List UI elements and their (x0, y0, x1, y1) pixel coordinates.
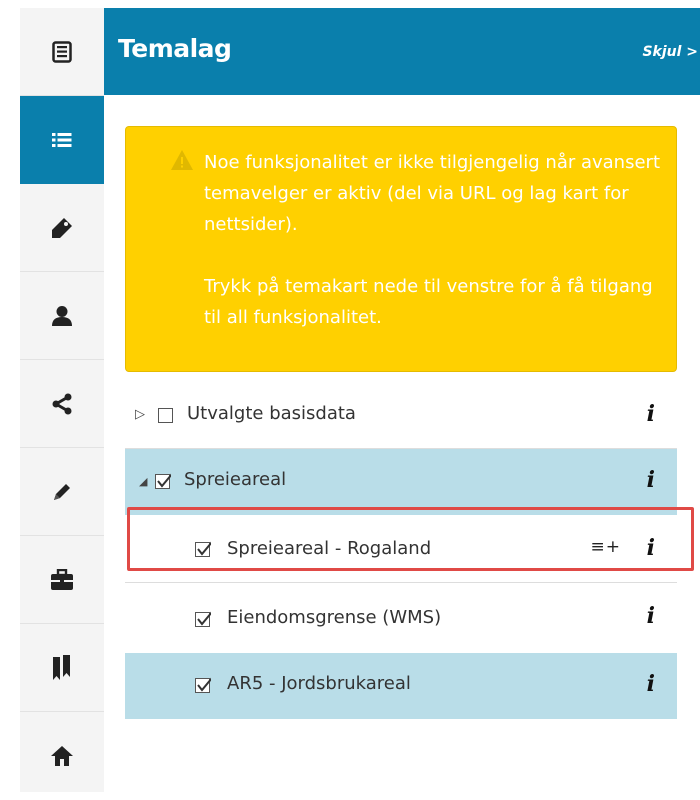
layer-checkbox[interactable] (195, 541, 211, 557)
share-icon (52, 393, 72, 414)
sidebar-item-edit[interactable] (20, 448, 104, 536)
info-icon[interactable]: i (647, 401, 655, 427)
layer-row-spreieareal[interactable]: ◢ Spreieareal i (125, 449, 677, 515)
warning-paragraph-2: Trykk på temakart nede til venstre for å… (204, 276, 653, 328)
layer-label: AR5 - Jordsbrukareal (227, 673, 411, 694)
layer-row-ar5-jordsbrukareal[interactable]: AR5 - Jordsbrukareal i (125, 653, 677, 719)
info-icon[interactable]: i (647, 535, 655, 561)
user-icon (52, 305, 72, 326)
layer-label: Utvalgte basisdata (187, 403, 356, 424)
sidebar-item-bookmarks[interactable] (20, 624, 104, 712)
layer-label: Spreieareal - Rogaland (227, 538, 432, 559)
info-icon[interactable]: i (647, 671, 655, 697)
info-icon[interactable]: i (647, 467, 655, 493)
layer-checkbox[interactable] (158, 408, 173, 423)
sidebar-item-user[interactable] (20, 272, 104, 360)
home-icon (51, 746, 73, 766)
layer-row-utvalgte-basisdata[interactable]: ▷ Utvalgte basisdata i (125, 383, 677, 449)
warning-box: Noe funksjonalitet er ikke tilgjengelig … (125, 126, 677, 372)
sidebar-item-document[interactable] (20, 8, 104, 96)
document-icon (52, 40, 72, 63)
layer-label: Eiendomsgrense (WMS) (227, 607, 442, 628)
briefcase-icon (51, 568, 73, 590)
sidebar-item-tag[interactable] (20, 184, 104, 272)
layer-checkbox[interactable] (155, 473, 171, 489)
expand-toggle[interactable]: ▷ (135, 407, 145, 422)
sidebar-item-layers[interactable] (20, 96, 104, 184)
warning-paragraph-1: Noe funksjonalitet er ikke tilgjengelig … (204, 152, 661, 235)
info-icon[interactable]: i (647, 603, 655, 629)
sidebar-item-tools[interactable] (20, 536, 104, 624)
layer-row-eiendomsgrense[interactable]: Eiendomsgrense (WMS) i (125, 583, 677, 653)
page-title: Temalag (118, 34, 232, 63)
panel-header: Temalag Skjul > (104, 8, 700, 95)
layer-row-spreieareal-rogaland[interactable]: Spreieareal - Rogaland ≡+ i (125, 515, 677, 583)
pencil-icon (54, 483, 70, 500)
hide-panel-link[interactable]: Skjul > (642, 44, 698, 60)
warning-text: Noe funksjonalitet er ikke tilgjengelig … (204, 147, 664, 333)
tag-icon (52, 217, 72, 238)
bookmark-icon (53, 654, 70, 680)
layer-checkbox[interactable] (195, 677, 211, 693)
list-icon (52, 132, 72, 147)
layer-label: Spreieareal (184, 469, 287, 490)
sidebar-item-home[interactable] (20, 712, 104, 800)
sidebar-item-share[interactable] (20, 360, 104, 448)
sidebar-rail (20, 8, 104, 792)
layer-checkbox[interactable] (195, 611, 211, 627)
collapse-toggle[interactable]: ◢ (139, 475, 147, 488)
warning-icon (171, 150, 193, 170)
legend-icon[interactable]: ≡+ (591, 537, 622, 557)
